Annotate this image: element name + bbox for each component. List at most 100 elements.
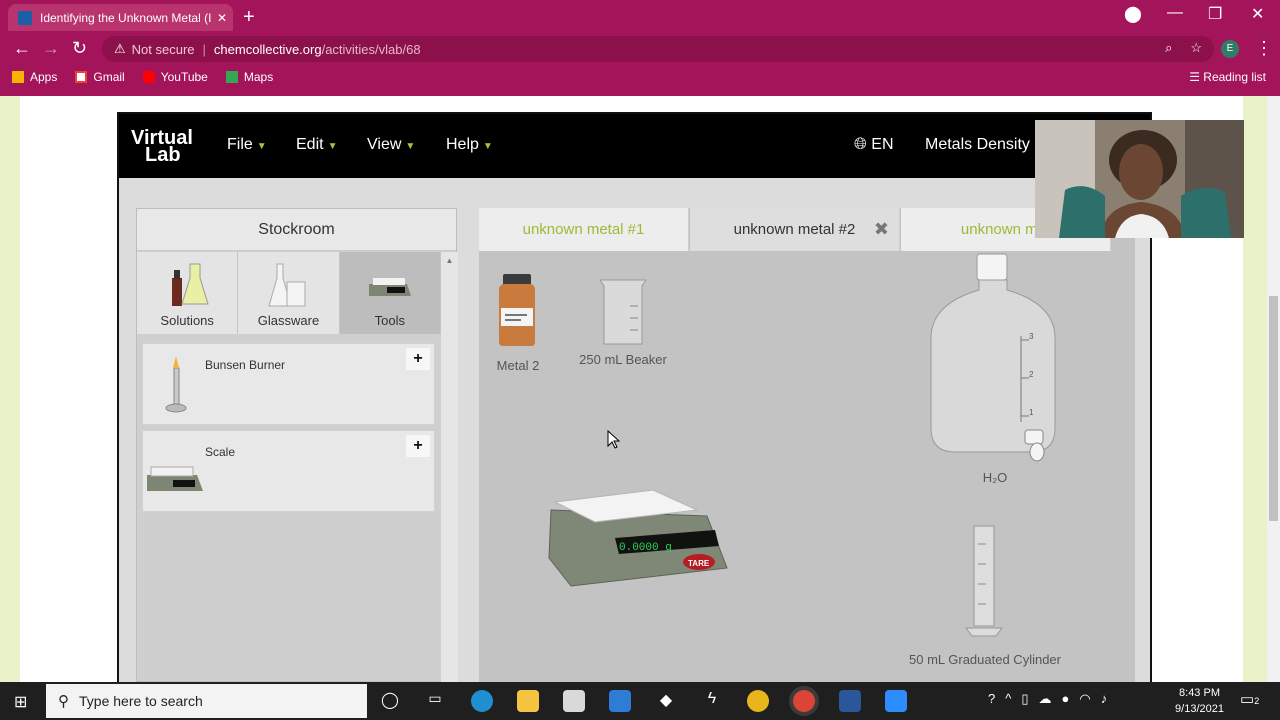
maximize-button[interactable]: ❐	[1208, 4, 1222, 24]
tare-button[interactable]: TARE	[688, 559, 710, 568]
beaker-label: 250 mL Beaker	[579, 352, 667, 367]
mail-icon[interactable]	[609, 690, 631, 712]
bookmark-apps[interactable]: Apps	[12, 70, 57, 84]
word-icon[interactable]	[839, 690, 861, 712]
carboy-scale-2: 2	[1029, 370, 1034, 379]
webcam-overlay	[1035, 120, 1244, 238]
scale-icon	[147, 466, 203, 491]
dropbox-icon[interactable]: ◆	[655, 690, 677, 712]
stockroom-tab-glassware[interactable]: Glassware	[238, 252, 340, 334]
tool-item-scale[interactable]: Scale +	[142, 430, 435, 512]
stockroom-title: Stockroom	[137, 209, 456, 251]
forward-arrow-icon[interactable]: →	[42, 38, 60, 59]
cloud-icon[interactable]: ☁	[1039, 691, 1052, 707]
browser-tab[interactable]: Identifying the Unknown Metal (I ✕	[8, 4, 233, 31]
language-selector[interactable]: 🌐︎ EN	[854, 136, 894, 154]
close-window-button[interactable]: ✕	[1251, 4, 1264, 24]
minimize-button[interactable]: —	[1167, 4, 1183, 22]
store-icon[interactable]	[563, 690, 585, 712]
page-content: Virtual Lab File ▼ Edit ▼ View ▼ Help ▼ 🌐︎ E…	[0, 96, 1280, 682]
notifications-icon[interactable]: ▭2	[1240, 690, 1259, 708]
virtual-lab-app: Virtual Lab File ▼ Edit ▼ View ▼ Help ▼ 🌐︎ E…	[117, 112, 1152, 682]
page-scrollbar[interactable]	[1267, 96, 1280, 682]
add-bunsen-burner-button[interactable]: +	[406, 348, 430, 370]
webcam-person-image	[1035, 120, 1244, 238]
chrome-icon[interactable]	[747, 690, 769, 712]
stockroom-tab-solutions[interactable]: Solutions	[137, 252, 239, 334]
cortana-icon[interactable]: ◯	[379, 690, 401, 712]
tab-close-icon[interactable]: ✕	[211, 11, 233, 25]
new-tab-button[interactable]: +	[243, 6, 255, 29]
workbench[interactable]: unknown metal #1 unknown metal #2 ✖ unkn…	[479, 208, 1135, 682]
url-path: /activities/vlab/68	[321, 41, 421, 57]
bookmark-youtube[interactable]: YouTube	[142, 70, 208, 84]
digital-scale[interactable]: 0.0000 g TARE	[547, 488, 731, 592]
back-arrow-icon[interactable]: ←	[13, 38, 31, 59]
browser-chrome: Identifying the Unknown Metal (I ✕ + ⬤ —…	[0, 0, 1280, 96]
chrome-profile-icon[interactable]	[793, 690, 815, 712]
tool-name: Bunsen Burner	[205, 358, 286, 372]
scroll-thumb[interactable]	[1269, 296, 1278, 521]
tool-name: Scale	[205, 445, 236, 459]
vlab-header: Virtual Lab File ▼ Edit ▼ View ▼ Help ▼ 🌐︎ E…	[119, 114, 1150, 178]
windows-start-icon[interactable]: ⊞	[14, 692, 27, 712]
wifi-icon[interactable]: ◠	[1079, 691, 1090, 707]
search-placeholder: Type here to search	[79, 693, 203, 709]
solutions-icon	[172, 263, 209, 306]
cylinder-label: 50 mL Graduated Cylinder	[909, 652, 1061, 667]
profile-dropdown-icon[interactable]: ⬤	[1124, 4, 1142, 24]
tab-unknown-metal-2[interactable]: unknown metal #2 ✖	[690, 208, 900, 251]
menu-help[interactable]: Help ▼	[446, 136, 493, 154]
system-tray: ? ^ ▯ ☁ ● ◠ ♪	[988, 691, 1107, 707]
mouse-cursor-icon	[607, 430, 621, 449]
stockroom-tab-tools[interactable]: Tools	[339, 252, 441, 334]
close-tab-icon[interactable]: ✖	[874, 208, 889, 251]
menu-view[interactable]: View ▼	[367, 136, 415, 154]
carboy-scale-3: 3	[1029, 332, 1034, 341]
activity-title: Metals Density P	[925, 136, 1046, 153]
glassware-icon	[268, 263, 306, 307]
globe-icon: 🌐︎	[854, 136, 867, 153]
edge-icon[interactable]	[471, 690, 493, 712]
battery-icon[interactable]: ▯	[1021, 691, 1028, 707]
bookmark-star-icon[interactable]: ☆	[1190, 40, 1202, 56]
more-menu-icon[interactable]: ⋮	[1255, 38, 1273, 59]
graduated-cylinder-icon[interactable]	[962, 524, 1006, 638]
vlab-logo: Virtual Lab	[131, 127, 193, 166]
metal-label: Metal 2	[496, 358, 540, 373]
search-icon: ⚲	[58, 693, 69, 710]
address-separator: |	[202, 41, 206, 57]
gmail-icon	[75, 71, 88, 83]
bookmark-maps[interactable]: Maps	[225, 70, 273, 84]
bookmark-gmail[interactable]: Gmail	[75, 70, 125, 84]
help-icon[interactable]: ?	[988, 691, 995, 707]
zoom-icon[interactable]: ⌕	[1165, 40, 1172, 56]
tool-item-bunsen-burner[interactable]: Bunsen Burner +	[142, 343, 435, 425]
reading-list-button[interactable]: ☰ Reading list	[1189, 70, 1266, 84]
add-scale-button[interactable]: +	[406, 435, 430, 457]
app-bolt-icon[interactable]: ϟ	[701, 690, 723, 712]
microphone-icon[interactable]: ●	[1062, 691, 1070, 707]
stockroom-scrollbar[interactable]: ▲	[441, 252, 458, 682]
taskbar-search-box[interactable]: ⚲ Type here to search	[46, 684, 367, 718]
menu-file[interactable]: File ▼	[227, 136, 267, 154]
not-secure-label: Not secure	[131, 41, 195, 57]
carboy-scale-1: 1	[1029, 408, 1034, 417]
avatar[interactable]: E	[1221, 40, 1239, 58]
beaker-icon[interactable]	[596, 276, 650, 348]
water-carboy-icon[interactable]: 3 2 1	[927, 252, 1059, 464]
zoom-app-icon[interactable]	[885, 690, 907, 712]
address-bar[interactable]: ⚠ Not secure | chemcollective.org/activi…	[102, 36, 1214, 62]
bookmarks-bar: Apps Gmail YouTube Maps	[12, 70, 273, 84]
menu-edit[interactable]: Edit ▼	[296, 136, 337, 154]
warning-icon: ⚠	[114, 41, 126, 56]
metal-bottle-icon[interactable]	[495, 272, 541, 350]
task-view-icon[interactable]: ▭	[424, 690, 446, 712]
volume-icon[interactable]: ♪	[1101, 691, 1108, 707]
file-explorer-icon[interactable]	[517, 690, 539, 712]
reload-icon[interactable]: ↻	[72, 38, 87, 59]
system-clock[interactable]: 8:43 PM 9/13/2021	[1172, 685, 1227, 717]
chevron-up-icon[interactable]: ^	[1005, 691, 1011, 707]
tab-unknown-metal-1[interactable]: unknown metal #1	[479, 208, 689, 251]
youtube-icon	[142, 71, 155, 83]
